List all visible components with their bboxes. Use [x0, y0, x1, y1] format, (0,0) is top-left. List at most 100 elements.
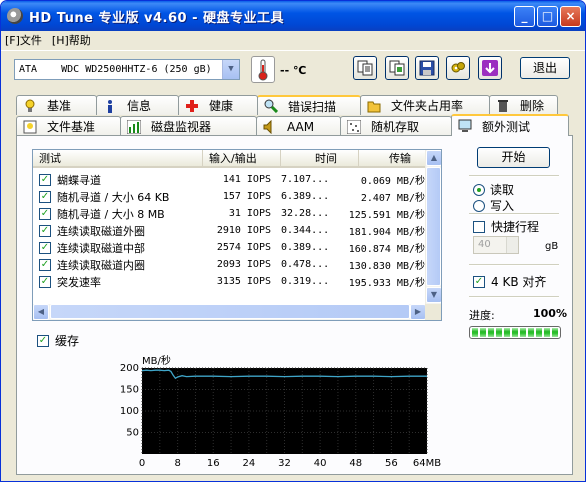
maximize-button[interactable]: □: [537, 6, 558, 27]
tab-info[interactable]: 信息: [96, 95, 179, 115]
chart-icon: [126, 119, 142, 134]
temperature-button[interactable]: [251, 56, 275, 83]
transfer-cell: 0.069 MB/秒: [360, 176, 425, 187]
trash-icon: [496, 99, 510, 113]
scroll-left-icon[interactable]: ◀: [33, 304, 49, 320]
tab-aam[interactable]: AAM: [256, 116, 341, 136]
tab-erase[interactable]: 删除: [489, 95, 558, 115]
quick-stroke-size-input[interactable]: 40: [473, 236, 519, 254]
scroll-right-icon[interactable]: ▶: [410, 304, 426, 320]
scroll-thumb-horizontal[interactable]: [50, 304, 410, 319]
chevron-down-icon[interactable]: ▼: [222, 60, 239, 79]
column-time[interactable]: 时间: [281, 150, 359, 168]
speaker-icon: [263, 119, 277, 134]
scroll-down-icon[interactable]: ▼: [426, 287, 441, 303]
download-icon: [482, 60, 498, 76]
download-button[interactable]: [478, 56, 502, 80]
test-name: 随机寻道 / 大小 64 KB: [57, 190, 170, 204]
hdtune-app-icon: [7, 8, 23, 24]
cache-checkbox[interactable]: ✓ 缓存: [37, 332, 79, 349]
tab-folder-usage[interactable]: 文件夹占用率: [360, 95, 490, 115]
minimize-button[interactable]: _: [514, 6, 535, 27]
progress-bar: [469, 326, 561, 339]
tab-extra-tests[interactable]: 额外测试: [451, 114, 569, 136]
tab-benchmark[interactable]: 基准: [16, 95, 97, 115]
divider: [469, 296, 559, 298]
scroll-up-icon[interactable]: ▲: [426, 150, 441, 166]
copy-info-button[interactable]: [353, 56, 377, 80]
column-io[interactable]: 输入/输出: [203, 150, 281, 168]
transfer-cell: 2.407 MB/秒: [360, 193, 425, 204]
write-radio-dot[interactable]: [473, 199, 485, 212]
column-test[interactable]: 测试: [33, 150, 203, 168]
chart-x-tick-label: 8: [174, 458, 180, 469]
tab-error-scan[interactable]: 错误扫描: [257, 95, 361, 115]
chart-y-tick-label: 100: [120, 406, 139, 417]
menu-bar: [F]文件 [H]帮助: [1, 31, 585, 49]
time-cell: 32.28...: [281, 208, 330, 219]
progress-block: [488, 328, 494, 337]
divider: [469, 213, 559, 215]
toolbar: ATA WDC WD2500HHTZ-6 (250 gB) ▼ -- ℃ 退出: [1, 50, 585, 88]
tab-health[interactable]: 健康: [178, 95, 258, 115]
test-enabled-check[interactable]: ✓: [39, 173, 51, 186]
test-enabled-check[interactable]: ✓: [39, 190, 51, 203]
test-name-cell: ✓ 突发速率: [33, 274, 197, 290]
close-button[interactable]: ×: [560, 6, 581, 27]
save-button[interactable]: [415, 56, 439, 80]
chart-x-tick-label: 56: [385, 458, 398, 469]
table-row[interactable]: ✓ 蝴蝶寻道 141 IOPS 7.107... 0.069 MB/秒: [33, 171, 427, 188]
read-radio[interactable]: 读取: [473, 181, 514, 198]
exit-button[interactable]: 退出: [520, 57, 570, 79]
table-row[interactable]: ✓ 随机寻道 / 大小 8 MB 31 IOPS 32.28... 125.591 MB…: [33, 205, 427, 222]
tab-label: 信息: [127, 99, 152, 113]
align-4kb-checkbox[interactable]: ✓ 4 KB 对齐: [473, 273, 546, 290]
start-button[interactable]: 开始: [477, 147, 550, 168]
read-label: 读取: [490, 183, 515, 197]
test-enabled-check[interactable]: ✓: [39, 275, 51, 288]
progress-block: [512, 328, 518, 337]
copy-screen-button[interactable]: [385, 56, 409, 80]
drive-select[interactable]: ATA WDC WD2500HHTZ-6 (250 gB) ▼: [14, 59, 240, 80]
test-name-cell: ✓ 随机寻道 / 大小 8 MB: [33, 206, 197, 222]
table-row[interactable]: ✓ 连续读取磁道内圈 2093 IOPS 0.478... 130.830 MB/秒: [33, 256, 427, 273]
copy-screen-icon: [389, 60, 405, 76]
burst-rate-chart: MB/秒 50 100 150 200 0 8 16 24 32 40 48 56 64MB: [112, 354, 472, 472]
horizontal-scrollbar[interactable]: ◀ ▶: [33, 304, 427, 320]
quick-stroke-checkbox[interactable]: 快捷行程: [473, 218, 539, 235]
tab-file-benchmark[interactable]: 文件基准: [16, 116, 121, 136]
tab-disk-monitor[interactable]: 磁盘监视器: [120, 116, 257, 136]
quick-stroke-check[interactable]: [473, 220, 485, 233]
menu-help[interactable]: [H]帮助: [52, 32, 91, 48]
table-row[interactable]: ✓ 连续读取磁道中部 2574 IOPS 0.389... 160.874 MB/秒: [33, 239, 427, 256]
align-4kb-label: 4 KB 对齐: [491, 275, 547, 289]
menu-file[interactable]: [F]文件: [5, 32, 42, 48]
results-list[interactable]: 测试 输入/输出 时间 传输 ✓ 蝴蝶寻道 141 IOPS 7.107... 0.06…: [32, 149, 442, 321]
test-enabled-check[interactable]: ✓: [39, 224, 51, 237]
save-icon: [419, 60, 435, 76]
table-row[interactable]: ✓ 连续读取磁道外圈 2910 IOPS 0.344... 181.904 MB/秒: [33, 222, 427, 239]
test-name-cell: ✓ 蝴蝶寻道: [33, 172, 197, 188]
table-row[interactable]: ✓ 随机寻道 / 大小 64 KB 157 IOPS 6.389... 2.407 MB…: [33, 188, 427, 205]
test-enabled-check[interactable]: ✓: [39, 207, 51, 220]
test-enabled-check[interactable]: ✓: [39, 258, 51, 271]
column-transfer[interactable]: 传输: [359, 150, 427, 168]
vertical-scrollbar[interactable]: ▲ ▼: [425, 150, 441, 304]
align-4kb-check[interactable]: ✓: [473, 275, 485, 288]
chart-y-tick-label: 150: [120, 385, 139, 396]
table-row[interactable]: ✓ 突发速率 3135 IOPS 0.319... 195.933 MB/秒: [33, 273, 427, 290]
test-name: 突发速率: [57, 275, 101, 289]
settings-button[interactable]: [446, 56, 470, 80]
cache-check[interactable]: ✓: [37, 334, 49, 347]
title-bar[interactable]: HD Tune 专业版 v4.60 - 硬盘专业工具 _ □ ×: [1, 1, 585, 31]
read-radio-dot[interactable]: [473, 183, 485, 196]
test-enabled-check[interactable]: ✓: [39, 241, 51, 254]
spin-arrows-icon[interactable]: [506, 237, 518, 253]
test-name: 随机寻道 / 大小 8 MB: [57, 207, 165, 221]
io-cell: 2910 IOPS: [216, 225, 271, 236]
write-radio[interactable]: 写入: [473, 197, 514, 214]
write-label: 写入: [490, 199, 515, 213]
scroll-thumb[interactable]: [426, 167, 441, 286]
quick-stroke-value: 40: [478, 239, 491, 250]
tab-random-access[interactable]: 随机存取: [340, 116, 452, 136]
